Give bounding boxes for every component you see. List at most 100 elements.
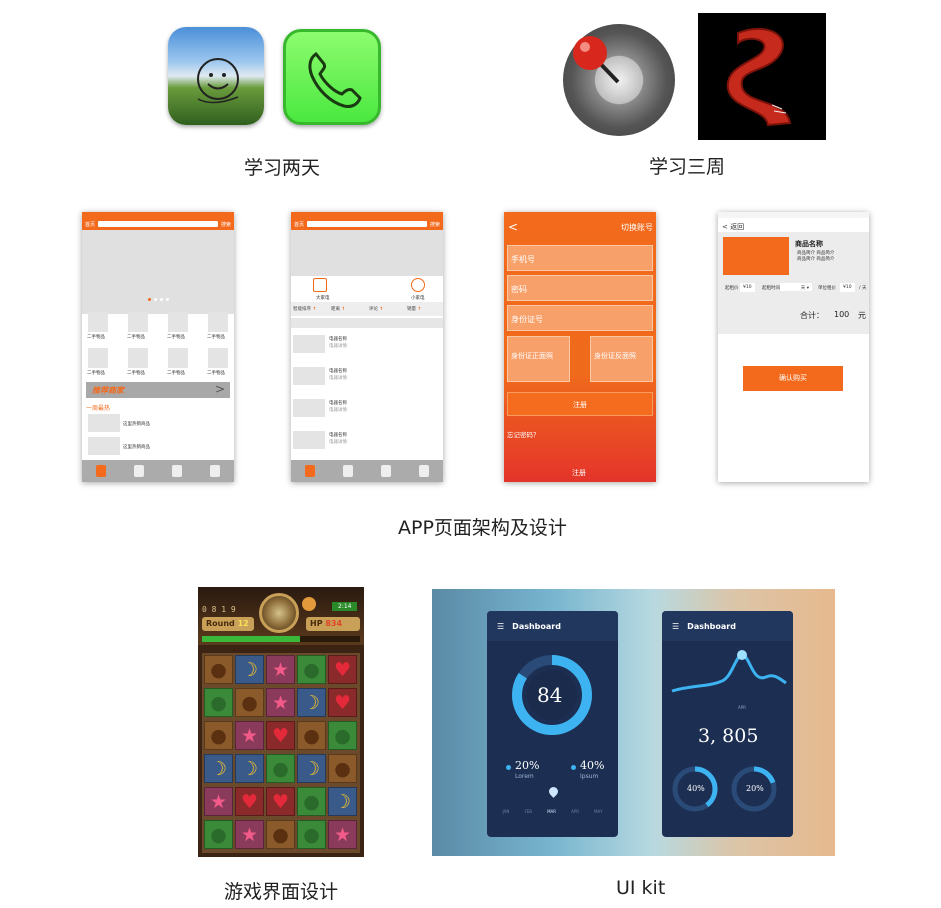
id-front-upload[interactable]: 身份证正面照: [507, 336, 570, 382]
unit-select[interactable]: 天 ▾: [780, 283, 812, 291]
grid-item[interactable]: [88, 348, 108, 368]
home-tab-icon[interactable]: [96, 465, 106, 477]
grid-item[interactable]: [128, 312, 148, 332]
hot-item-thumb[interactable]: [88, 414, 120, 432]
gem-tile[interactable]: ●: [297, 721, 326, 750]
bottom-register-link[interactable]: 注册: [572, 468, 586, 478]
gem-tile[interactable]: ●: [328, 721, 357, 750]
ring-value: 84: [537, 683, 563, 707]
gem-tile[interactable]: ☽: [328, 787, 357, 816]
stat2-label: Ipsum: [580, 773, 599, 780]
gem-tile[interactable]: ★: [235, 721, 264, 750]
category-dropdown[interactable]: 首页: [294, 221, 304, 228]
gem-tile[interactable]: ♥: [235, 787, 264, 816]
hp-bar: [202, 636, 360, 642]
list-item-thumb[interactable]: [293, 367, 325, 385]
gem-tile[interactable]: ●: [328, 754, 357, 783]
list-tab-icon[interactable]: [134, 465, 144, 477]
gem-tile[interactable]: ●: [266, 754, 295, 783]
product-image[interactable]: [723, 237, 789, 275]
gem-tile[interactable]: ★: [266, 688, 295, 717]
gem-tile[interactable]: ★: [266, 655, 295, 684]
gem-tile[interactable]: ☽: [235, 754, 264, 783]
gem-tile[interactable]: ☽: [235, 655, 264, 684]
list-item-thumb[interactable]: [293, 399, 325, 417]
profile-tab-icon[interactable]: [419, 465, 429, 477]
search-input[interactable]: [307, 221, 427, 227]
list-item-thumb[interactable]: [293, 335, 325, 353]
gem-tile[interactable]: ♥: [328, 655, 357, 684]
banner[interactable]: [291, 230, 443, 276]
score-digits: 0 8 1 9: [202, 605, 236, 614]
banner[interactable]: [82, 230, 234, 314]
profile-tab-icon[interactable]: [210, 465, 220, 477]
menu-icon[interactable]: ☰: [497, 622, 504, 631]
back-icon[interactable]: <: [508, 220, 518, 234]
gauge2-value: 20%: [746, 784, 764, 793]
gem-tile[interactable]: ●: [297, 787, 326, 816]
message-tab-icon[interactable]: [172, 465, 182, 477]
search-input[interactable]: [98, 221, 218, 227]
gem-tile[interactable]: ♥: [266, 721, 295, 750]
switch-account-link[interactable]: 切换账号: [621, 222, 653, 233]
gem-tile[interactable]: ●: [297, 820, 326, 849]
list-tab-icon[interactable]: [343, 465, 353, 477]
filter-sort[interactable]: 智能排序 ↑: [291, 302, 329, 316]
gem-tile[interactable]: ★: [235, 820, 264, 849]
gem-tile[interactable]: ★: [204, 787, 233, 816]
start-price-field[interactable]: ¥10: [740, 283, 755, 292]
home-tab-icon[interactable]: [305, 465, 315, 477]
forgot-password-link[interactable]: 忘记密码？: [507, 429, 540, 439]
washer-icon[interactable]: [313, 278, 327, 292]
gem-tile[interactable]: ●: [235, 688, 264, 717]
grid-item[interactable]: [208, 312, 228, 332]
grid-item[interactable]: [208, 348, 228, 368]
hero-portrait[interactable]: [259, 593, 299, 633]
gem-tile[interactable]: ●: [204, 820, 233, 849]
register-button[interactable]: 注册: [507, 392, 653, 416]
caption-two-days: 学习两天: [244, 157, 321, 179]
back-link[interactable]: < 返回: [722, 222, 744, 232]
filter-distance[interactable]: 距离 ↑: [329, 302, 367, 316]
grid-item[interactable]: [168, 312, 188, 332]
dashboard-header: ☰ Dashboard: [487, 611, 618, 641]
menu-icon[interactable]: ☰: [672, 622, 679, 631]
gem-tile[interactable]: ♥: [328, 688, 357, 717]
gem-tile[interactable]: ☽: [297, 754, 326, 783]
dashboard-title: Dashboard: [512, 621, 561, 631]
smiley-drawing: [197, 58, 239, 104]
grid-item[interactable]: [88, 312, 108, 332]
unit-price-field[interactable]: ¥10: [840, 283, 855, 292]
id-back-upload[interactable]: 身份证反面照: [590, 336, 653, 382]
phone-field[interactable]: 手机号: [507, 245, 653, 271]
password-field[interactable]: 密码: [507, 275, 653, 301]
gem-tile[interactable]: ●: [204, 655, 233, 684]
gem-tile[interactable]: ●: [204, 688, 233, 717]
gem-tile[interactable]: ♥: [266, 787, 295, 816]
gem-tile[interactable]: ☽: [297, 688, 326, 717]
search-button[interactable]: 搜索: [430, 221, 440, 228]
gem-tile[interactable]: ☽: [204, 754, 233, 783]
gem-tile[interactable]: ★: [328, 820, 357, 849]
grid-item[interactable]: [128, 348, 148, 368]
gem-tile[interactable]: ●: [266, 820, 295, 849]
grid-item[interactable]: [168, 348, 188, 368]
id-number-field[interactable]: 身份证号: [507, 305, 653, 331]
message-tab-icon[interactable]: [381, 465, 391, 477]
list-item-thumb[interactable]: [293, 431, 325, 449]
recommend-bar[interactable]: 推荐商家 >: [86, 382, 230, 398]
product-name: 商品名称: [795, 240, 823, 248]
grid-label: 二手物品: [127, 371, 145, 376]
search-button[interactable]: 搜索: [221, 221, 231, 228]
filter-sales[interactable]: 销量 ↑: [405, 302, 443, 316]
fan-icon[interactable]: [411, 278, 425, 292]
hot-item-thumb[interactable]: [88, 437, 120, 455]
status-bar: [718, 212, 869, 218]
category-dropdown[interactable]: 首页: [85, 221, 95, 228]
confirm-buy-button[interactable]: 确认购买: [743, 366, 843, 391]
gem-tile[interactable]: ●: [204, 721, 233, 750]
caption-app-design: APP页面架构及设计: [398, 517, 567, 539]
gem-tile[interactable]: ●: [297, 655, 326, 684]
status-bar: [504, 212, 656, 218]
filter-comment[interactable]: 评论 ↑: [367, 302, 405, 316]
